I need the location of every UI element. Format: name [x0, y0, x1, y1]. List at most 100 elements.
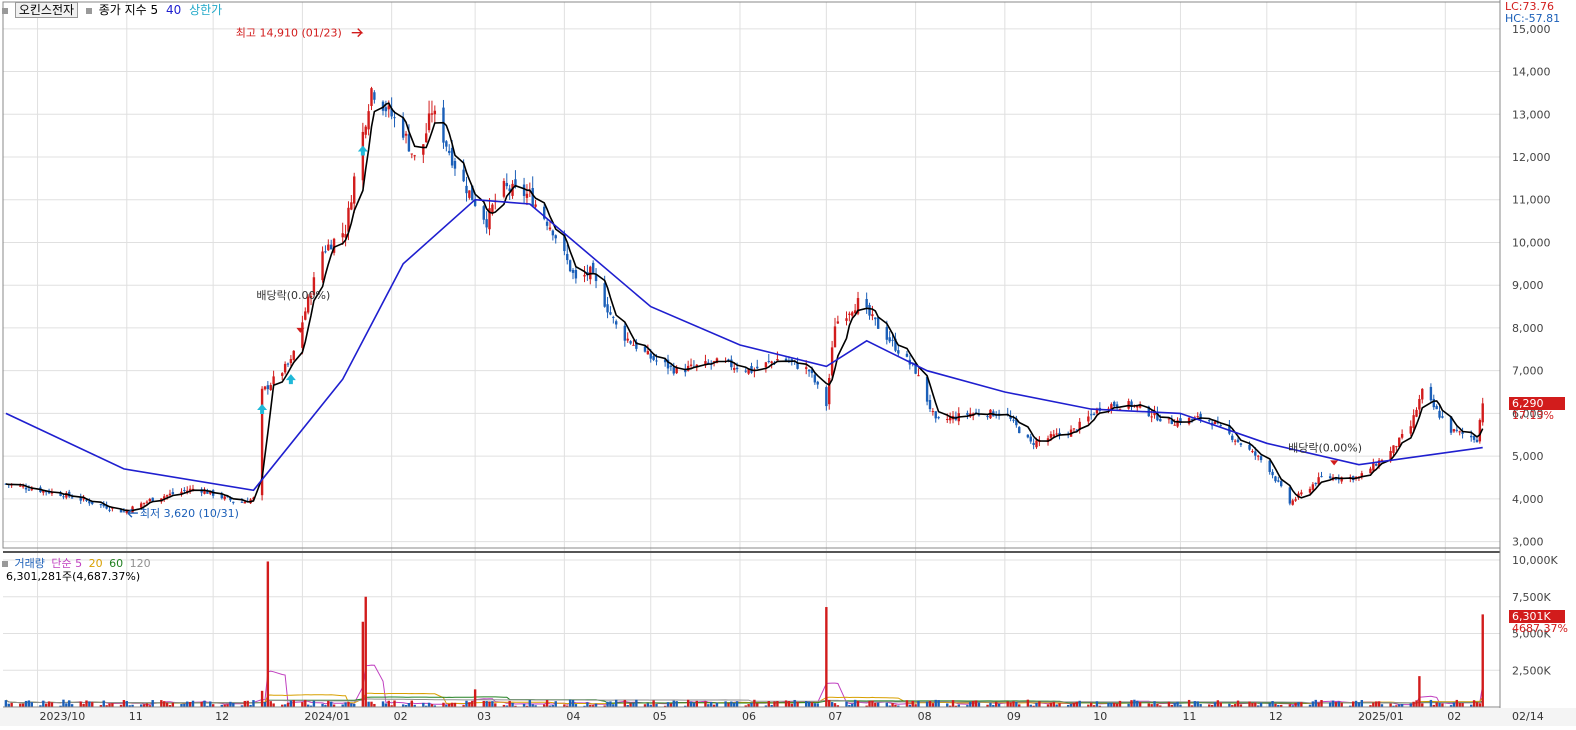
volume-bar [733, 702, 736, 707]
volume-bar [652, 700, 655, 707]
candle-body [1254, 451, 1257, 456]
volume-bar [727, 703, 730, 707]
candle-body [865, 298, 868, 308]
candle-body [1113, 401, 1116, 407]
volume-bar [816, 703, 819, 707]
candle-body [427, 113, 431, 131]
candle-body [1150, 416, 1153, 418]
candle-body [353, 176, 356, 204]
candle-body [807, 369, 811, 372]
volume-bar [191, 700, 195, 707]
candle-body [649, 353, 652, 359]
volume-bar [545, 699, 549, 707]
stock-name[interactable]: 오킨스전자 [14, 2, 79, 18]
volume-bar [787, 701, 791, 707]
volume-bar [1236, 700, 1240, 707]
candle-body [1280, 481, 1283, 487]
volume-bar [145, 703, 149, 707]
volume-bar [756, 703, 759, 707]
candle-body [1438, 410, 1441, 418]
volume-bar [1317, 702, 1320, 707]
candle-body [566, 253, 569, 261]
ex-dividend-annotation: 배당락(0.00%) [256, 289, 330, 302]
time-tick-label: 2023/10 [40, 710, 86, 723]
candle-body [623, 325, 627, 341]
candle-body [876, 317, 880, 329]
volume-bar [554, 701, 557, 707]
time-tick-label: 04 [566, 710, 580, 723]
volume-bar [491, 701, 494, 707]
candle-body [168, 493, 172, 496]
volume-bar [1331, 700, 1335, 707]
time-tick-label: 2024/01 [304, 710, 350, 723]
volume-bar [488, 701, 491, 707]
candle-body [482, 206, 485, 220]
volume-bar [1372, 702, 1375, 707]
volume-bar [1472, 700, 1476, 707]
volume-bar [347, 702, 350, 707]
candle-body [1012, 419, 1015, 421]
volume-bar [1110, 702, 1113, 707]
volume-bar [689, 701, 693, 707]
candle-body [1412, 415, 1415, 428]
settings-icon[interactable] [2, 7, 8, 14]
volume-bar [85, 700, 88, 707]
current-change-tag: 17.13% [1512, 409, 1554, 422]
candle-body [1415, 409, 1418, 417]
volume-bar [905, 700, 909, 707]
candle-body [1472, 435, 1476, 440]
candle-body [448, 150, 451, 153]
volume-bar [1375, 701, 1378, 707]
volume-bar [21, 703, 25, 707]
ex-dividend-annotation-2: 배당락(0.00%) [1288, 442, 1362, 455]
indicator-icon[interactable] [85, 7, 92, 14]
volume-bar [422, 702, 425, 707]
candle-body [108, 509, 111, 511]
candle-body [986, 415, 989, 418]
candle-body [1231, 435, 1234, 440]
time-tick-label: 11 [1182, 710, 1196, 723]
volume-bar [594, 703, 598, 707]
candle-body [885, 327, 889, 340]
candle-body [1435, 405, 1438, 410]
candle-body [767, 360, 770, 362]
volume-bar [122, 700, 126, 707]
volume-bar [1130, 700, 1133, 707]
volume-bar [730, 701, 733, 707]
volume-bar [1049, 702, 1053, 707]
candle-body [764, 362, 768, 368]
candle-body [364, 126, 367, 135]
volume-bar [68, 700, 71, 707]
candle-body [833, 326, 837, 348]
volume-bar [793, 699, 796, 707]
candle-body [1432, 398, 1435, 408]
candle-body [632, 344, 635, 346]
volume-bar [1038, 701, 1041, 707]
volume-bar [632, 703, 635, 707]
candle-body [1090, 414, 1093, 416]
volume-bar [666, 702, 670, 707]
volume-bar [301, 702, 304, 707]
volume-bar [695, 700, 699, 707]
candle-body [1328, 476, 1332, 479]
volume-bar [1268, 703, 1271, 707]
volume-bar [407, 703, 411, 707]
candle-body [1219, 425, 1222, 427]
volume-bar [686, 699, 690, 707]
volume-bar [845, 701, 848, 707]
candle-body [373, 92, 376, 100]
candle-body [1478, 420, 1482, 442]
candle-body [70, 497, 74, 499]
candle-body [430, 113, 434, 115]
volume-settings-icon[interactable] [2, 561, 8, 567]
volume-bar [229, 701, 232, 707]
volume-bar [62, 699, 65, 707]
volume-bar [1351, 701, 1355, 707]
volume-bar [286, 702, 290, 707]
volume-bar [1113, 702, 1116, 707]
volume-bar [1337, 701, 1340, 707]
volume-bar [384, 703, 388, 707]
volume-bar [1015, 702, 1018, 707]
candle-body [1441, 416, 1444, 418]
volume-bar [1138, 702, 1142, 707]
